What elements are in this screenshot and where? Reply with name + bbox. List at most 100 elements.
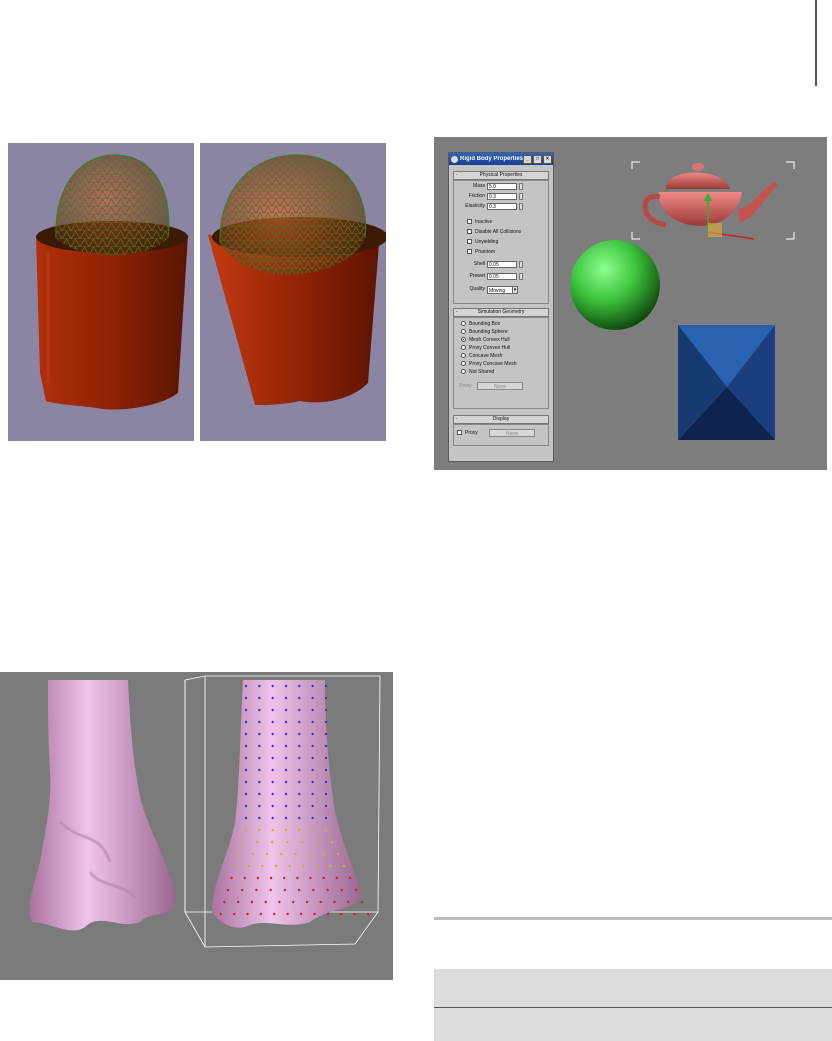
quality-dropdown[interactable]: Moving bbox=[487, 286, 513, 294]
checkbox-box[interactable] bbox=[467, 219, 472, 225]
vertex-point bbox=[234, 864, 237, 868]
vertex-point bbox=[256, 840, 259, 844]
vertex-point bbox=[271, 756, 274, 760]
vertex-point bbox=[271, 804, 274, 808]
vertex-point bbox=[298, 696, 301, 700]
radio-bounding-sphere[interactable]: Bounding Sphere bbox=[461, 329, 508, 336]
vertex-point bbox=[298, 684, 301, 688]
radio-proxy-convex-hull[interactable]: Proxy Convex Hull bbox=[461, 345, 510, 352]
vertex-point bbox=[269, 876, 273, 880]
radio-concave-mesh[interactable]: Concave Mesh bbox=[461, 353, 502, 360]
vertex-point bbox=[298, 828, 301, 832]
pot-panel-right bbox=[200, 143, 386, 441]
vertex-point bbox=[258, 744, 261, 748]
minimize-button[interactable]: _ bbox=[523, 154, 532, 164]
vertex-point bbox=[258, 708, 261, 712]
mass-spinner[interactable]: 5.0 bbox=[487, 183, 517, 190]
disable-collisions-checkbox[interactable]: Disable All Collisions bbox=[467, 229, 521, 236]
simulation-proxy-button[interactable]: None bbox=[477, 382, 523, 390]
elasticity-spinner-arrows[interactable] bbox=[519, 203, 523, 210]
radio-proxy-concave-mesh[interactable]: Proxy Concave Mesh bbox=[461, 361, 517, 368]
maximize-button[interactable]: □ bbox=[533, 154, 542, 164]
teapot-object[interactable] bbox=[642, 163, 778, 228]
gizmo-plane-handle[interactable] bbox=[708, 223, 722, 237]
vertex-point bbox=[298, 780, 301, 784]
radio-circle[interactable] bbox=[461, 369, 466, 375]
checkbox-box[interactable] bbox=[467, 249, 472, 255]
friction-spinner-arrows[interactable] bbox=[519, 193, 523, 200]
vertex-point bbox=[315, 864, 318, 868]
vertex-point bbox=[255, 888, 258, 892]
vertex-point bbox=[298, 768, 301, 772]
display-proxy-button[interactable]: None bbox=[489, 429, 535, 437]
friction-spinner[interactable]: 0.3 bbox=[487, 193, 517, 200]
vertex-point bbox=[271, 816, 274, 820]
rollout-title: Display bbox=[492, 416, 510, 422]
radio-mesh-convex-hull[interactable]: Mesh Convex Hull bbox=[461, 337, 510, 344]
vertex-point bbox=[244, 816, 248, 820]
vertex-point bbox=[324, 804, 328, 808]
vertex-point bbox=[274, 864, 278, 868]
vertex-point bbox=[340, 888, 343, 892]
vertex-point bbox=[271, 768, 274, 772]
checkbox-box[interactable] bbox=[457, 430, 462, 436]
checkbox-box[interactable] bbox=[467, 239, 472, 245]
radio-circle[interactable] bbox=[461, 361, 466, 367]
simulation-geometry-rollout[interactable]: - Simulation Geometry bbox=[453, 308, 549, 317]
rollout-title: Physical Properties bbox=[479, 172, 523, 178]
chevron-down-icon[interactable]: ▾ bbox=[512, 286, 518, 294]
dialog-titlebar[interactable]: Rigid Body Properties _ □ × bbox=[449, 153, 553, 165]
vertex-point bbox=[258, 768, 261, 772]
vertex-point bbox=[283, 876, 286, 880]
mass-spinner-arrows[interactable] bbox=[519, 183, 523, 190]
unyielding-checkbox[interactable]: Unyielding bbox=[467, 239, 498, 246]
collapse-icon: - bbox=[456, 416, 458, 422]
legs-render bbox=[29, 675, 381, 948]
vertex-point bbox=[284, 696, 288, 700]
radio-circle[interactable] bbox=[461, 353, 466, 359]
vertex-point bbox=[233, 912, 236, 916]
vertex-point bbox=[292, 900, 295, 904]
radio-circle[interactable] bbox=[461, 329, 466, 335]
radio-circle[interactable] bbox=[461, 321, 466, 327]
vertex-point bbox=[298, 732, 301, 736]
figure-soft-body-legs bbox=[0, 672, 393, 980]
vertex-point bbox=[284, 768, 288, 772]
elasticity-spinner[interactable]: 0.3 bbox=[487, 203, 517, 210]
vertex-point bbox=[299, 912, 303, 916]
prewet-spinner-arrows[interactable] bbox=[519, 273, 523, 280]
vertex-point bbox=[241, 840, 244, 844]
radio-bounding-box[interactable]: Bounding Box bbox=[461, 321, 500, 328]
rigid-body-properties-dialog: Rigid Body Properties _ □ × - Physical P… bbox=[448, 152, 554, 462]
vertex-point bbox=[298, 804, 301, 808]
display-rollout[interactable]: - Display bbox=[453, 415, 549, 424]
vertex-point bbox=[283, 888, 287, 892]
display-proxy-checkbox[interactable]: Proxy bbox=[457, 430, 478, 437]
vertex-point bbox=[271, 696, 274, 700]
radio-circle[interactable] bbox=[461, 345, 466, 351]
checkbox-box[interactable] bbox=[467, 229, 472, 235]
shell-spinner-arrows[interactable] bbox=[519, 261, 523, 268]
pyramid-object[interactable] bbox=[678, 325, 775, 440]
vertex-point bbox=[244, 744, 248, 748]
shell-label: Shell bbox=[473, 261, 485, 267]
vertex-point bbox=[309, 876, 312, 880]
vertex-point bbox=[223, 900, 226, 904]
inactive-checkbox[interactable]: Inactive bbox=[467, 219, 492, 226]
radio-not-shared[interactable]: Not Shared bbox=[461, 369, 494, 376]
vertex-point bbox=[258, 720, 261, 724]
sphere-object[interactable] bbox=[570, 240, 660, 330]
prewet-spinner[interactable]: 0.05 bbox=[487, 273, 517, 280]
vertex-point bbox=[271, 840, 274, 844]
vertex-point bbox=[278, 900, 281, 904]
vertex-point bbox=[342, 864, 346, 868]
radio-circle-selected[interactable] bbox=[461, 337, 466, 343]
phantom-checkbox[interactable]: Phantom bbox=[467, 249, 495, 256]
pot-body bbox=[36, 235, 188, 410]
leg-mesh-right bbox=[212, 680, 362, 928]
close-button[interactable]: × bbox=[543, 154, 552, 164]
vertex-point bbox=[284, 804, 288, 808]
shell-spinner[interactable]: 0.05 bbox=[487, 261, 517, 268]
vertex-point bbox=[322, 852, 325, 856]
physical-properties-rollout[interactable]: - Physical Properties bbox=[453, 171, 549, 180]
